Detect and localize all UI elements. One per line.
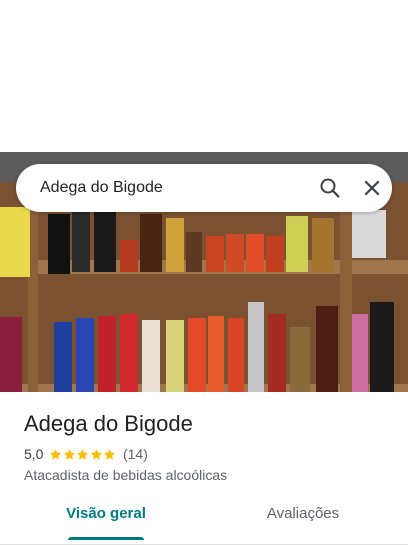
star-icon <box>104 448 116 460</box>
place-info-panel: Adega do Bigode 5,0 (14) Atacadista de b… <box>0 392 408 545</box>
review-count[interactable]: (14) <box>123 446 148 462</box>
tab-reviews[interactable]: Avaliações <box>254 498 352 542</box>
tab-overview[interactable]: Visão geral <box>62 498 150 542</box>
place-title: Adega do Bigode <box>24 411 193 436</box>
star-icon <box>77 448 89 460</box>
top-blank-area <box>0 0 408 152</box>
rating-value: 5,0 <box>24 446 44 462</box>
search-icon[interactable] <box>318 176 342 200</box>
rating-row[interactable]: 5,0 (14) <box>24 444 148 464</box>
star-rating <box>49 448 117 461</box>
active-tab-indicator <box>68 537 144 540</box>
star-icon <box>50 448 62 460</box>
star-icon <box>90 448 102 460</box>
star-icon <box>63 448 75 460</box>
close-icon[interactable] <box>360 176 384 200</box>
search-input[interactable]: Adega do Bigode <box>40 178 163 198</box>
search-bar[interactable]: Adega do Bigode <box>16 164 392 212</box>
place-tabs: Visão geral Avaliações <box>0 498 408 545</box>
place-category: Atacadista de bebidas alcoólicas <box>24 467 228 483</box>
